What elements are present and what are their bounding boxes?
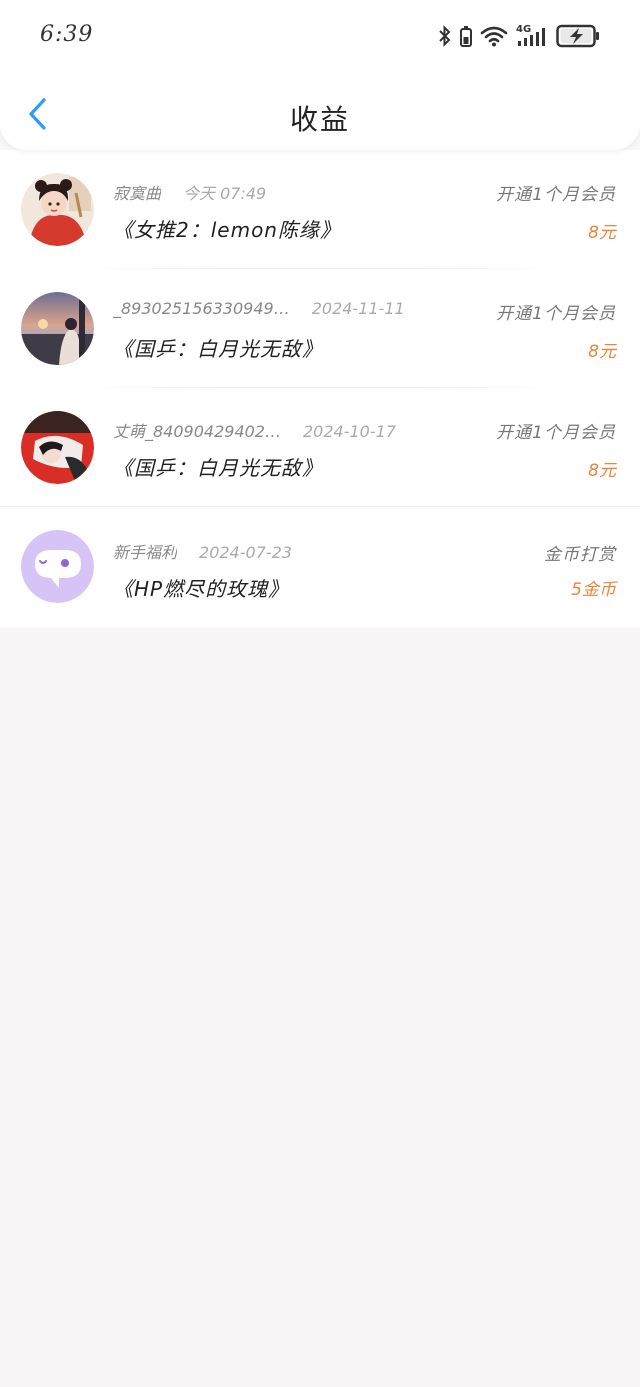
user-name: _893025156330949…	[113, 299, 290, 318]
cellular-signal-icon: 4G	[516, 24, 548, 47]
battery-saver-icon	[460, 26, 472, 47]
item-date: 2024-07-23	[199, 543, 292, 562]
book-title: 《女推2：lemon陈缘》	[113, 218, 341, 242]
status-icons: 4G	[438, 22, 600, 50]
user-name: 寂寞曲	[113, 184, 162, 203]
avatar	[21, 411, 94, 484]
nav-bar: 收益	[0, 82, 640, 146]
item-meta: 新手福利 2024-07-23	[113, 539, 292, 563]
item-meta: 寂寞曲 今天 07:49	[113, 180, 266, 204]
item-date: 今天 07:49	[183, 184, 267, 203]
book-title: 《HP燃尽的玫瑰》	[113, 577, 290, 601]
item-date: 2024-11-11	[311, 299, 405, 318]
chat-bubble-icon	[21, 530, 94, 603]
page-title: 收益	[289, 103, 350, 136]
status-time: 6:39	[40, 22, 94, 47]
earnings-item[interactable]: 新手福利 2024-07-23 《HP燃尽的玫瑰》 金币打赏 5金币	[0, 507, 640, 627]
earnings-item[interactable]: 寂寞曲 今天 07:49 《女推2：lemon陈缘》 开通1个月会员 8元	[0, 150, 640, 269]
item-date: 2024-10-17	[302, 422, 396, 441]
avatar	[21, 292, 94, 365]
battery-charging-icon	[556, 24, 599, 48]
earning-type: 开通1个月会员	[496, 185, 616, 205]
wifi-icon	[480, 26, 508, 47]
status-bar: 6:39 4G	[0, 0, 640, 72]
earnings-list: 寂寞曲 今天 07:49 《女推2：lemon陈缘》 开通1个月会员 8元 _8…	[0, 150, 640, 627]
earning-amount: 8元	[588, 461, 616, 481]
header: 6:39 4G 收益	[0, 0, 640, 150]
earning-type: 金币打赏	[544, 545, 616, 565]
user-name: 丈萌_84090429402…	[113, 422, 281, 441]
user-name: 新手福利	[113, 543, 178, 562]
book-title: 《国乒：白月光无敌》	[113, 456, 323, 480]
earning-type: 开通1个月会员	[496, 304, 616, 324]
earning-amount: 8元	[588, 342, 616, 362]
avatar	[21, 173, 94, 246]
earning-amount: 5金币	[571, 580, 616, 600]
item-meta: 丈萌_84090429402… 2024-10-17	[113, 418, 396, 442]
earning-amount: 8元	[588, 223, 616, 243]
earnings-item[interactable]: 丈萌_84090429402… 2024-10-17 《国乒：白月光无敌》 开通…	[0, 388, 640, 507]
book-title: 《国乒：白月光无敌》	[113, 337, 323, 361]
bluetooth-icon	[439, 25, 451, 47]
item-meta: _893025156330949… 2024-11-11	[113, 299, 405, 318]
earnings-item[interactable]: _893025156330949… 2024-11-11 《国乒：白月光无敌》 …	[0, 269, 640, 388]
earning-type: 开通1个月会员	[496, 423, 616, 443]
system-avatar	[21, 530, 94, 603]
